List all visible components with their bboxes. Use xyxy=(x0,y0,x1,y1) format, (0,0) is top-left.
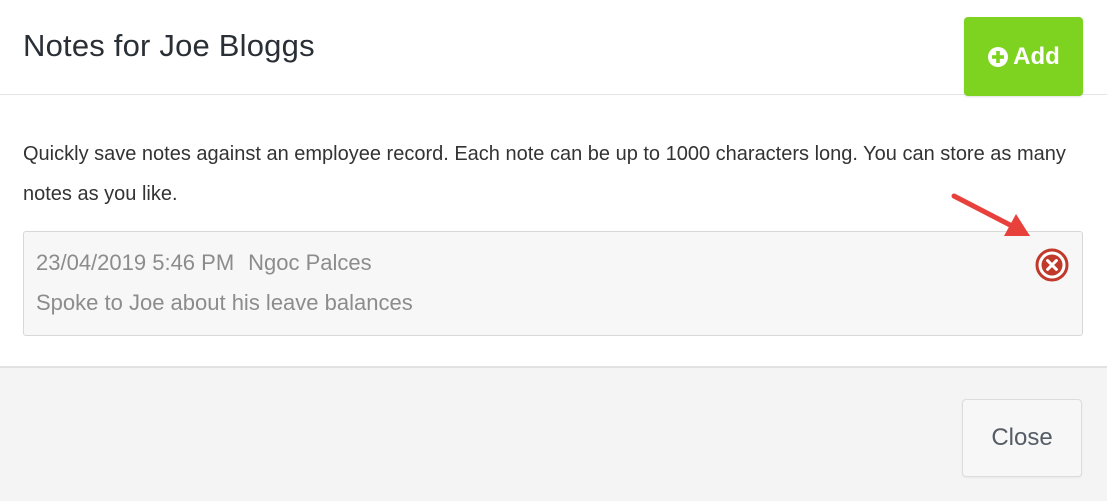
note-author: Ngoc Palces xyxy=(248,250,372,275)
modal-footer: Close xyxy=(0,366,1107,501)
annotation-arrow-icon xyxy=(951,193,1030,236)
note-timestamp: 23/04/2019 5:46 PM xyxy=(36,250,235,275)
close-circle-icon[interactable] xyxy=(1035,248,1069,282)
plus-circle-icon xyxy=(988,46,1009,67)
notes-description: Quickly save notes against an employee r… xyxy=(23,143,1066,205)
add-note-button[interactable]: Add xyxy=(964,17,1083,96)
note-text: Spoke to Joe about his leave balances xyxy=(36,290,413,315)
notes-modal: Notes for Joe Bloggs Add Quickly save no… xyxy=(0,0,1107,501)
modal-header: Notes for Joe Bloggs Add xyxy=(0,0,1107,96)
add-button-label: Add xyxy=(1013,42,1060,70)
modal-title: Notes for Joe Bloggs xyxy=(23,28,315,63)
close-button[interactable]: Close xyxy=(962,399,1082,477)
note-item: 23/04/2019 5:46 PM Ngoc Palces Spoke to J… xyxy=(23,231,1083,336)
modal-body: Quickly save notes against an employee r… xyxy=(0,96,1107,366)
note-meta: 23/04/2019 5:46 PM Ngoc Palces xyxy=(36,250,372,276)
